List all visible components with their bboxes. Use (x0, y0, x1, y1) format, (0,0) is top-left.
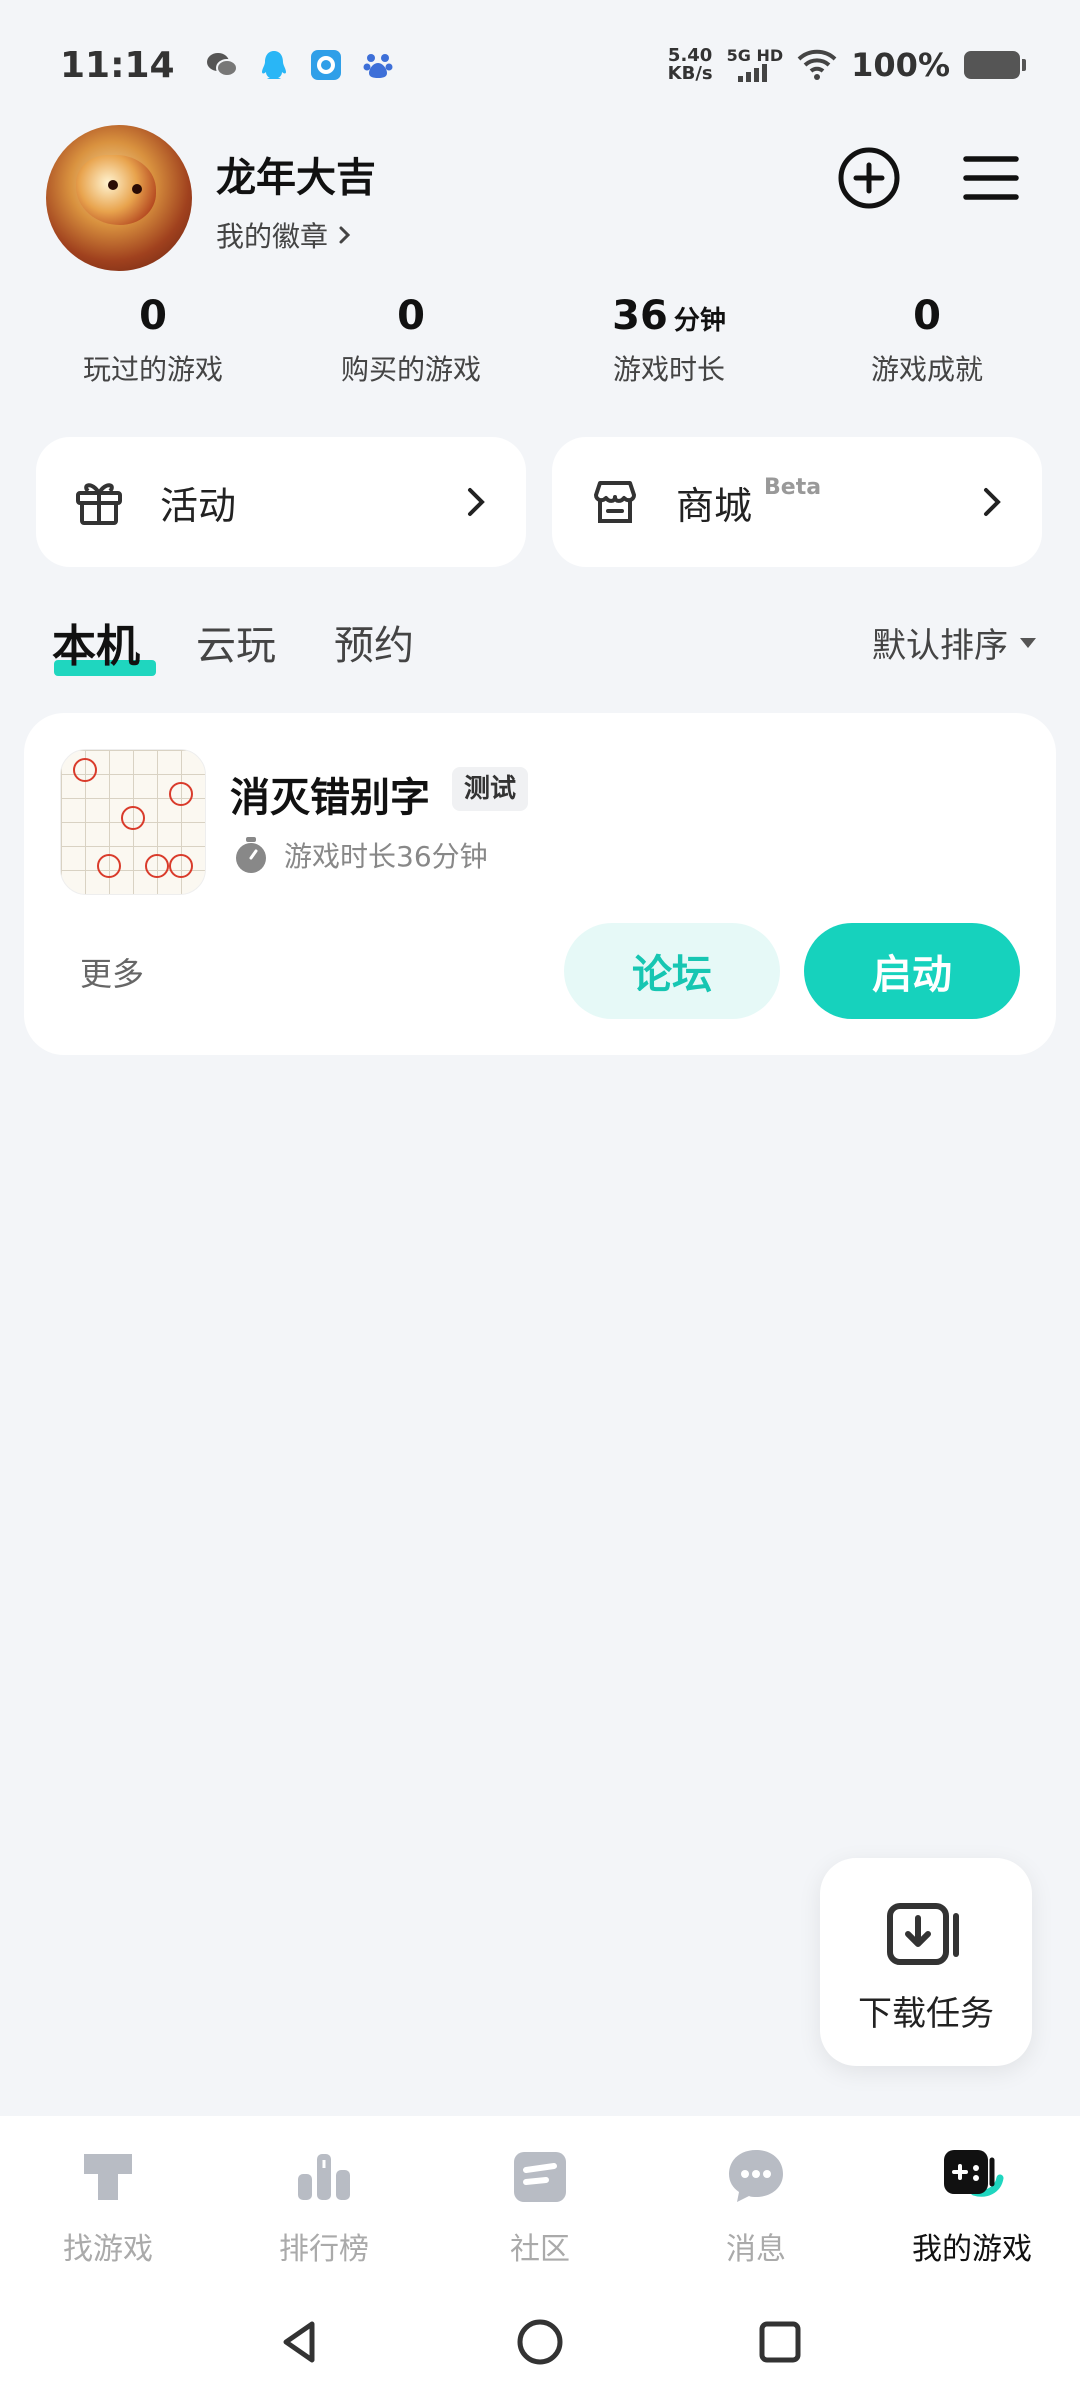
nav-find-games[interactable]: 找游戏 (0, 2116, 216, 2276)
avatar[interactable] (46, 125, 192, 271)
download-task-label: 下载任务 (858, 1994, 994, 2034)
my-badges-label: 我的徽章 (216, 220, 329, 253)
community-icon (514, 2152, 566, 2202)
nav-messages[interactable]: 消息 (648, 2116, 864, 2276)
baidu-icon (363, 54, 393, 78)
nav-label: 消息 (726, 2232, 786, 2267)
signal-icon (737, 64, 767, 82)
caret-down-icon (1020, 637, 1036, 648)
download-task-button[interactable]: 下载任务 (820, 1858, 1032, 2066)
stat-play-time[interactable]: 36 分钟 游戏时长 (540, 290, 798, 400)
nav-label: 我的游戏 (912, 2232, 1032, 2267)
stat-label: 玩过的游戏 (82, 353, 223, 386)
message-icon (729, 2150, 783, 2202)
tab-reserve[interactable]: 预约 (334, 613, 414, 671)
chevron-right-icon (339, 226, 351, 244)
forum-button[interactable]: 论坛 (564, 923, 780, 1019)
store-icon (594, 481, 636, 523)
tab-label: 云玩 (196, 623, 276, 669)
gift-icon (76, 483, 122, 525)
menu-icon[interactable] (958, 145, 1024, 211)
nav-label: 排行榜 (279, 2232, 369, 2267)
launch-button[interactable]: 启动 (804, 923, 1020, 1019)
tab-label: 预约 (334, 623, 414, 669)
wechat-icon (206, 53, 238, 77)
game-icon[interactable] (60, 749, 206, 895)
chevron-right-icon (984, 488, 1001, 516)
net-speed-unit: KB/s (667, 63, 713, 84)
my-games-icon (944, 2150, 1004, 2197)
download-icon (887, 1903, 959, 1965)
stopwatch-icon (236, 837, 266, 873)
activity-label: 活动 (160, 483, 237, 528)
stat-purchased-games[interactable]: 0 购买的游戏 (282, 290, 540, 400)
bottom-nav: 找游戏 排行榜 社区 消息 我的游戏 (0, 2116, 1080, 2276)
shop-card[interactable]: 商城 Beta (552, 437, 1042, 567)
game-tag: 测试 (452, 767, 529, 811)
status-bar: 11:14 5.40 KB/s 5G HD 100% (0, 0, 1080, 130)
game-title[interactable]: 消灭错别字 (230, 765, 430, 823)
stats-row: 0 玩过的游戏 0 购买的游戏 36 分钟 游戏时长 0 游戏成就 (24, 290, 1056, 400)
ranking-icon (298, 2154, 350, 2200)
app-notification-icon (310, 50, 341, 80)
nav-ranking[interactable]: 排行榜 (216, 2116, 432, 2276)
battery-percent: 100% (851, 46, 950, 84)
profile-header: 龙年大吉 我的徽章 (46, 125, 1036, 275)
username[interactable]: 龙年大吉 (216, 145, 376, 203)
tab-local[interactable]: 本机 (52, 610, 156, 676)
stat-label: 购买的游戏 (340, 353, 481, 386)
game-source-tabs: 本机 云玩 预约 默认排序 (46, 610, 1036, 690)
sort-dropdown[interactable]: 默认排序 (872, 618, 1036, 667)
activity-card[interactable]: 活动 (36, 437, 526, 567)
stat-unit: 分钟 (673, 306, 726, 336)
tab-cloud[interactable]: 云玩 (196, 613, 276, 671)
more-button[interactable]: 更多 (80, 949, 144, 995)
status-right: 5.40 KB/s 5G HD 100% (668, 46, 1026, 84)
nav-label: 找游戏 (63, 2232, 153, 2267)
stat-value: 0 (139, 293, 167, 339)
recents-icon[interactable] (750, 2312, 810, 2372)
wifi-icon (797, 49, 837, 80)
chevron-right-icon (468, 488, 485, 516)
stat-value: 0 (397, 293, 425, 339)
sort-label: 默认排序 (872, 626, 1008, 666)
stat-value: 36 分钟 (612, 293, 726, 339)
add-icon[interactable] (836, 145, 902, 211)
cell-signal: 5G HD (726, 46, 784, 82)
status-time: 11:14 (60, 44, 175, 86)
nav-label: 社区 (510, 2232, 570, 2267)
nav-my-games[interactable]: 我的游戏 (864, 2116, 1080, 2276)
qq-icon (261, 51, 286, 79)
stat-value: 0 (913, 293, 941, 339)
system-nav-bar (0, 2276, 1080, 2408)
find-games-icon (84, 2154, 132, 2200)
game-playtime: 游戏时长36分钟 (232, 835, 488, 875)
stat-achievements[interactable]: 0 游戏成就 (798, 290, 1056, 400)
battery-icon (964, 51, 1026, 79)
game-card: 消灭错别字 测试 游戏时长36分钟 更多 论坛 启动 (24, 713, 1056, 1055)
status-left: 11:14 (60, 45, 395, 86)
stat-label: 游戏时长 (612, 353, 725, 386)
tab-label: 本机 (52, 621, 140, 672)
playtime-label: 游戏时长36分钟 (284, 840, 488, 873)
my-badges-link[interactable]: 我的徽章 (216, 215, 354, 255)
back-icon[interactable] (270, 2312, 330, 2372)
beta-badge: Beta (764, 475, 822, 500)
stat-played-games[interactable]: 0 玩过的游戏 (24, 290, 282, 400)
shop-label: 商城 (676, 483, 753, 528)
network-type: 5G HD (726, 46, 784, 65)
stat-label: 游戏成就 (870, 353, 983, 386)
nav-community[interactable]: 社区 (432, 2116, 648, 2276)
net-speed: 5.40 KB/s (668, 47, 713, 83)
home-icon[interactable] (510, 2312, 570, 2372)
